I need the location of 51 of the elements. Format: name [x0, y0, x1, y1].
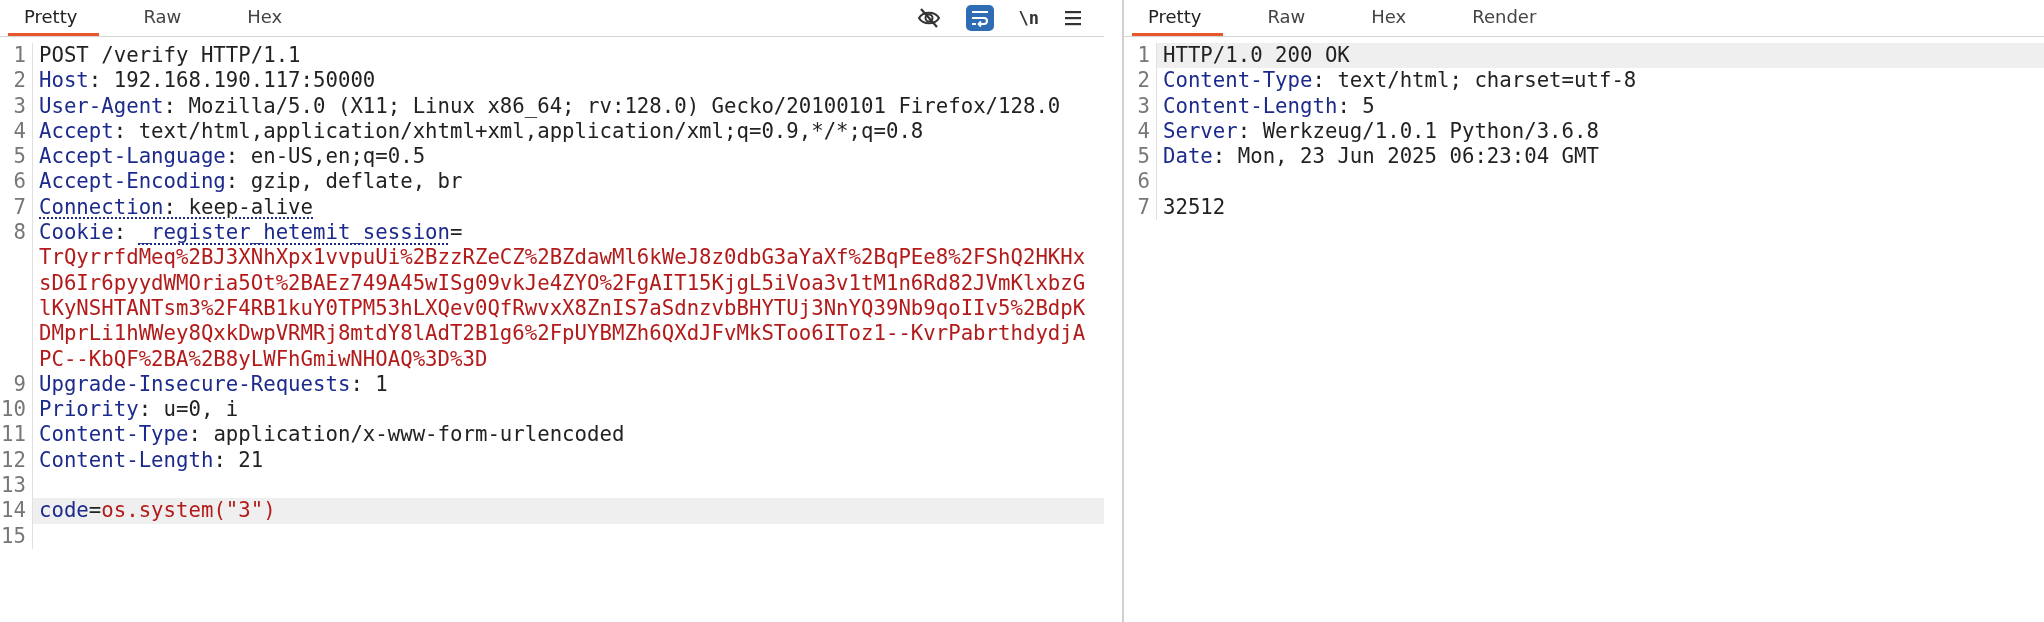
line-number: 7 [0, 194, 33, 221]
header-line: Upgrade-Insecure-Requests: 1 [39, 371, 388, 398]
body-parameter: code=os.system("3") [39, 498, 276, 524]
wrap-button[interactable] [965, 5, 994, 31]
view-tab[interactable]: Raw [127, 0, 204, 36]
newline-toggle[interactable]: \n [1015, 5, 1042, 31]
header-line: Content-Type: text/html; charset=utf-8 [1163, 68, 1637, 94]
menu-icon[interactable] [1064, 10, 1082, 26]
view-tab[interactable]: Raw [1251, 0, 1328, 36]
header-line: Content-Length: 5 [1163, 93, 1375, 119]
code-line: POST /verify HTTP/1.1 [39, 43, 301, 69]
view-tab[interactable]: Pretty [8, 0, 100, 36]
view-tab[interactable]: Pretty [1132, 0, 1224, 36]
line-number: 2 [1124, 68, 1157, 94]
view-tab[interactable]: Hex [231, 0, 305, 36]
header-line: Date: Mon, 23 Jun 2025 06:23:04 GMT [1163, 144, 1599, 170]
view-tab[interactable]: Hex [1355, 0, 1429, 36]
line-number: 7 [1124, 194, 1157, 221]
line-number: 6 [0, 169, 33, 195]
header-line: Accept: text/html,application/xhtml+xml,application/xml;q=0.9,*/*;q=0.8 [39, 118, 924, 145]
line-number: 3 [1124, 93, 1157, 119]
line-number: 2 [0, 68, 33, 94]
line-number: 1 [0, 43, 33, 69]
header-line: User-Agent: Mozilla/5.0 (X11; Linux x86_64; rv:128.0) Gecko/20100101 Firefox/128.0 [39, 93, 1061, 119]
line-number: 10 [0, 397, 33, 423]
line-number: 6 [1124, 169, 1157, 195]
line-number: 12 [0, 447, 33, 474]
header-line: Content-Length: 21 [39, 447, 264, 474]
line-number: 11 [0, 422, 33, 448]
line-number: 5 [0, 144, 33, 170]
header-line: Accept-Encoding: gzip, deflate, br [39, 169, 463, 195]
line-number: 9 [0, 371, 33, 398]
header-line: Server: Werkzeug/1.0.1 Python/3.6.8 [1163, 118, 1599, 145]
line-number: 13 [0, 473, 33, 499]
line-number: 15 [0, 523, 33, 549]
cookie-value: TrQyrrfdMeq%2BJ3XNhXpx1vvpuUi%2BzzRZeCZ%2BZdawMl6kWeJ8z0dbG3aYaXf%2BqPEe8%2FShQ2HKHxsD6Ir6pyydWMOria5Ot%2BAEz749A45wISg09vkJe4ZYO%2FgAIT15KjgL5iVoa3v1tM1n6Rd82JVmKlxbzGlKyNSHTANTsm3%2F4RB1kuY0TPM53hLXQev0QfRwvxX8ZnIS7aSdnzvbBHYTUj3NnYQ39Nb9qoIIv5%2BdpKDMprLi1hWWey8QxkDwpVRMRj8mtdY8lAdT2B1g6%2FpUYBMZh6QXdJFvMkSToo6IToz1--KvrPabrthdydjAPC--KbQF%2BA%2B8yLWFhGmiwNHOAQ%3D%3D [39, 245, 1086, 372]
header-line: Accept-Language: en-US,en;q=0.5 [39, 144, 426, 170]
line-number: 4 [0, 118, 33, 145]
code-line: 32512 [1163, 194, 1226, 221]
view-tab[interactable]: Render [1456, 0, 1559, 36]
line-number: 3 [0, 93, 33, 119]
line-number: 4 [1124, 118, 1157, 145]
line-number: 5 [1124, 144, 1157, 170]
eye-slash-icon [916, 7, 941, 29]
header-line: Cookie: _register_hetemit_session= [39, 220, 463, 246]
header-line: Content-Type: application/x-www-form-urlencoded [39, 422, 625, 448]
header-line: Host: 192.168.190.117:50000 [39, 68, 376, 94]
code-line: HTTP/1.0 200 OK [1163, 43, 1350, 69]
header-line: Connection: keep-alive [39, 194, 314, 221]
line-number: 8 [0, 220, 33, 372]
header-line: Priority: u=0, i [39, 397, 239, 423]
